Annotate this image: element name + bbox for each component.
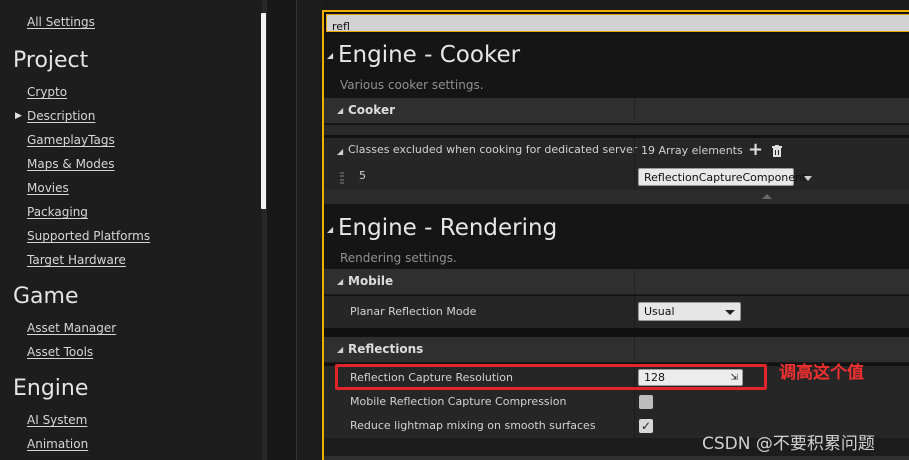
settings-details-panel: ◢ Engine - Cooker Various cooker setting…: [322, 10, 909, 460]
nav-packaging[interactable]: Packaging: [27, 205, 88, 219]
nav-crypto[interactable]: Crypto: [27, 85, 67, 99]
section-label: Mobile: [348, 274, 394, 288]
prop-label: Classes excluded when cooking for dedica…: [348, 143, 638, 156]
panel-gap: [296, 0, 322, 460]
nav-asset-tools[interactable]: Asset Tools: [27, 345, 93, 359]
collapse-arrow-icon[interactable]: ◢: [337, 277, 343, 286]
category-title: Engine - Rendering: [338, 215, 558, 241]
dropdown-value: Usual: [644, 305, 675, 318]
column-divider[interactable]: [634, 414, 635, 438]
add-element-icon[interactable]: +: [748, 139, 763, 160]
settings-sidebar: All Settings Project Crypto ▶ Descriptio…: [0, 0, 266, 460]
nav-movies[interactable]: Movies: [27, 181, 69, 195]
nav-all-settings[interactable]: All Settings: [27, 15, 95, 29]
nav-supported-platforms[interactable]: Supported Platforms: [27, 229, 150, 243]
column-divider[interactable]: [634, 390, 635, 414]
search-box[interactable]: [326, 14, 909, 35]
mobile-compression-checkbox[interactable]: [639, 395, 653, 409]
section-cooker[interactable]: ◢ Cooker: [324, 98, 909, 124]
column-divider[interactable]: [634, 98, 635, 124]
expand-arrow-icon[interactable]: ◢: [337, 147, 343, 156]
class-picker[interactable]: ReflectionCaptureComponent: [638, 168, 806, 186]
annotation-highlight-box: [335, 364, 767, 390]
prop-row-classes-excluded: ◢ Classes excluded when cooking for dedi…: [324, 138, 909, 164]
category-engine-rendering: ◢ Engine - Rendering Rendering settings.: [324, 204, 909, 269]
section-project: Project: [13, 48, 89, 73]
collapse-arrow-icon[interactable]: ◢: [337, 345, 343, 354]
nav-animation[interactable]: Animation: [27, 437, 88, 451]
spacer: [324, 125, 909, 135]
column-divider[interactable]: [634, 164, 635, 190]
column-divider[interactable]: [634, 269, 635, 295]
watermark: CSDN @不要积累问题: [702, 434, 875, 454]
next-section-header[interactable]: [324, 456, 909, 460]
collapse-arrow-icon[interactable]: ◢: [337, 106, 343, 115]
nav-target-hardware[interactable]: Target Hardware: [27, 253, 126, 267]
array-element-row: 5 ReflectionCaptureComponent: [324, 164, 909, 190]
class-picker-value: ReflectionCaptureComponent: [644, 171, 807, 184]
drag-handle-icon[interactable]: [340, 172, 344, 184]
nav-maps-modes[interactable]: Maps & Modes: [27, 157, 115, 171]
nav-ai-system[interactable]: AI System: [27, 413, 87, 427]
selected-arrow-icon: ▶: [15, 111, 22, 121]
category-engine-cooker: ◢ Engine - Cooker Various cooker setting…: [324, 34, 909, 98]
section-game: Game: [13, 284, 79, 309]
category-description: Rendering settings.: [340, 251, 457, 265]
element-index: 5: [359, 169, 366, 182]
panel-gutter: [266, 0, 296, 460]
nav-asset-manager[interactable]: Asset Manager: [27, 321, 116, 335]
reduce-lightmap-checkbox[interactable]: ✓: [639, 419, 653, 433]
collapse-arrow-icon[interactable]: ◢: [327, 225, 333, 234]
prop-label: Mobile Reflection Capture Compression: [350, 395, 567, 408]
section-label: Cooker: [348, 103, 396, 117]
nav-description[interactable]: Description: [27, 109, 95, 123]
section-footer: [324, 190, 909, 204]
nav-gameplaytags[interactable]: GameplayTags: [27, 133, 115, 147]
planar-reflection-dropdown[interactable]: Usual: [638, 302, 741, 321]
prop-row-planar-reflection: Planar Reflection Mode Usual: [324, 296, 909, 328]
column-divider[interactable]: [634, 296, 635, 328]
array-count: 19 Array elements: [641, 144, 743, 157]
category-description: Various cooker settings.: [340, 78, 484, 92]
section-mobile[interactable]: ◢ Mobile: [324, 269, 909, 295]
search-input[interactable]: [327, 18, 909, 35]
category-title: Engine - Cooker: [338, 42, 521, 68]
prop-label: Reduce lightmap mixing on smooth surface…: [350, 419, 596, 432]
trash-icon[interactable]: [772, 142, 782, 157]
prop-label: Planar Reflection Mode: [350, 305, 477, 318]
section-label: Reflections: [348, 342, 424, 356]
prop-row-mobile-compression: Mobile Reflection Capture Compression: [324, 390, 909, 414]
collapse-up-icon[interactable]: [762, 194, 772, 199]
dropdown-arrow-icon[interactable]: [804, 176, 812, 181]
column-divider[interactable]: [634, 337, 635, 363]
chevron-down-icon: [725, 310, 735, 315]
collapse-arrow-icon[interactable]: ◢: [327, 51, 333, 60]
column-divider[interactable]: [634, 138, 635, 164]
annotation-note: 调高这个值: [779, 363, 864, 383]
section-engine: Engine: [13, 376, 89, 401]
